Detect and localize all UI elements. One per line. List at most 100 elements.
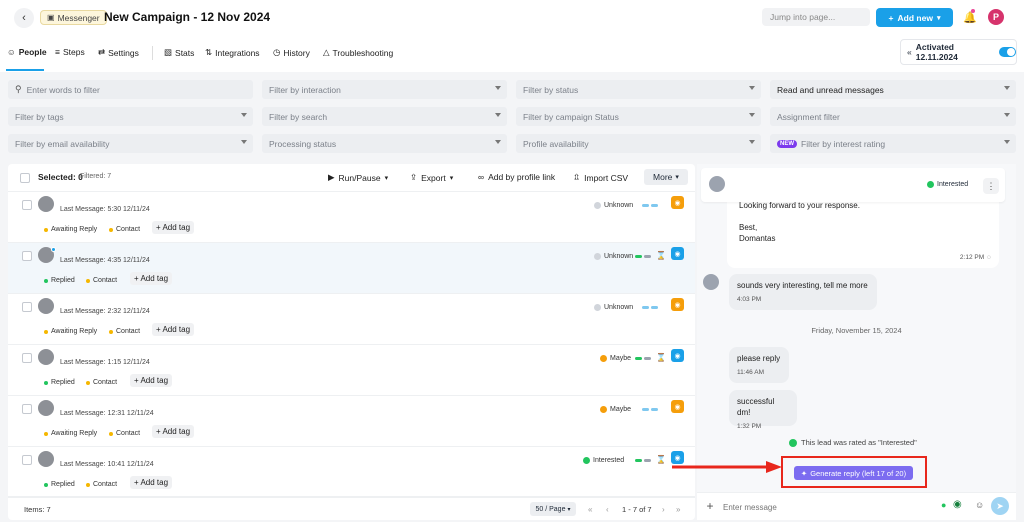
status-badge[interactable]: Interested [927, 181, 968, 188]
action-button[interactable]: ◉ [671, 400, 684, 413]
prev-page-icon[interactable]: ‹ [606, 505, 609, 514]
last-message: Last Message: 12:31 12/11/24 [60, 410, 154, 417]
first-page-icon[interactable]: « [588, 505, 592, 514]
tab-troubleshooting[interactable]: △ Troubleshooting [323, 47, 393, 58]
search-filter[interactable]: Filter by search [262, 107, 507, 126]
status-badge[interactable]: Maybe [600, 353, 631, 364]
tag-dot [44, 482, 48, 487]
profile-filter[interactable]: Profile availability [516, 134, 761, 153]
add-tag-button[interactable]: + Add tag [130, 476, 173, 489]
add-by-link-button[interactable]: ∞ Add by profile link [478, 172, 555, 182]
email-filter[interactable]: Filter by email availability [8, 134, 253, 153]
status-badge[interactable]: Unknown [594, 302, 633, 313]
profile-avatar[interactable]: P [988, 9, 1004, 25]
filters-panel: ⚲ Enter words to filter Filter by interac… [0, 72, 1024, 158]
avatar [38, 196, 54, 212]
settings-icon: ◉ [674, 403, 681, 411]
status-badge[interactable]: Maybe [600, 404, 631, 415]
status-filter[interactable]: Filter by status [516, 80, 761, 99]
select-all-checkbox[interactable] [20, 173, 30, 183]
lead-row[interactable]: Last Message: 2:32 12/11/24 Awaiting Repl… [8, 294, 695, 345]
tab-settings[interactable]: ⇄ Settings [98, 47, 139, 58]
add-tag-button[interactable]: + Add tag [152, 323, 195, 336]
online-indicator [51, 247, 56, 252]
filter-label: Filter by email availability [15, 138, 110, 149]
status-badge[interactable]: Unknown [594, 200, 633, 211]
toggle-switch[interactable] [999, 47, 1016, 57]
avatar [38, 451, 54, 467]
lead-row[interactable]: Last Message: 5:30 12/11/24 Awaiting Repl… [8, 192, 695, 243]
add-tag-button[interactable]: + Add tag [152, 221, 195, 234]
chevron-down-icon [1004, 86, 1010, 90]
row-checkbox[interactable] [22, 251, 32, 261]
tag-dot [86, 380, 90, 385]
interaction-filter[interactable]: Filter by interaction [262, 80, 507, 99]
per-page-select[interactable]: 50 / Page ▾ [530, 502, 576, 516]
tag-label: Contact [116, 226, 141, 233]
message-input[interactable] [723, 500, 933, 514]
last-message: Last Message: 10:41 12/11/24 [60, 461, 154, 468]
row-checkbox[interactable] [22, 353, 32, 363]
action-button[interactable]: ◉ [671, 196, 684, 209]
tag-label: Contact [93, 277, 118, 284]
add-tag-button[interactable]: + Add tag [152, 425, 195, 438]
tab-people[interactable]: ☺ People [7, 47, 47, 57]
action-button[interactable]: ◉ [671, 247, 684, 260]
add-tag-button[interactable]: + Add tag [130, 272, 173, 285]
interest-filter[interactable]: NEW Filter by interest rating [770, 134, 1016, 153]
read-filter[interactable]: Read and unread messages [770, 80, 1016, 99]
bell-icon[interactable]: 🔔 [963, 10, 977, 24]
tag-label: Awaiting Reply [51, 430, 98, 437]
status-label: Maybe [610, 355, 632, 362]
row-checkbox[interactable] [22, 404, 32, 414]
page-range: 1 - 7 of 7 [622, 505, 652, 514]
lead-row[interactable]: Last Message: 1:15 12/11/24 Replied Contac… [8, 345, 695, 396]
tab-steps[interactable]: ≡ Steps [55, 47, 85, 57]
tag-label: Awaiting Reply [51, 226, 98, 233]
lead-row[interactable]: Last Message: 4:35 12/11/24 Replied Contac… [8, 243, 695, 294]
tab-history[interactable]: ◷ History [273, 47, 310, 58]
processing-filter[interactable]: Processing status [262, 134, 507, 153]
status-dot [583, 457, 590, 464]
whatsapp-icon[interactable]: ◉ [953, 499, 962, 510]
status-badge[interactable]: Unknown [594, 251, 633, 262]
activation-toggle[interactable]: « Activated 12.11.2024 [900, 39, 1017, 65]
lead-row[interactable]: Last Message: 10:41 12/11/24 Replied Conta… [8, 447, 695, 498]
campaign-status-filter[interactable]: Filter by campaign Status [516, 107, 761, 126]
outgoing-message: Looking forward to your response. Best, … [727, 201, 999, 268]
word-filter-input[interactable]: ⚲ Enter words to filter [8, 80, 253, 99]
tab-integrations[interactable]: ⇅ Integrations [205, 47, 260, 58]
export-button[interactable]: ⇪ Export ▾ [410, 172, 453, 183]
tab-stats[interactable]: ▧ Stats [164, 47, 194, 58]
filter-label: Filter by campaign Status [523, 111, 619, 122]
jump-input[interactable]: Jump into page... [762, 8, 870, 26]
row-checkbox[interactable] [22, 455, 32, 465]
action-button[interactable]: ◉ [671, 298, 684, 311]
plus-icon[interactable]: + [703, 499, 717, 513]
more-options-icon[interactable]: ⋮ [983, 178, 999, 194]
action-button[interactable]: ◉ [671, 349, 684, 362]
last-page-icon[interactable]: » [676, 505, 680, 514]
emoji-icon[interactable]: ☺ [975, 500, 984, 510]
send-button[interactable]: ➤ [991, 497, 1009, 515]
more-button[interactable]: More ▾ [644, 169, 688, 185]
tags-filter[interactable]: Filter by tags [8, 107, 253, 126]
generate-reply-button[interactable]: ✦ Generate reply (left 17 of 20) [794, 466, 913, 480]
add-tag-button[interactable]: + Add tag [130, 374, 173, 387]
import-csv-button[interactable]: ⇫ Import CSV [573, 172, 628, 183]
lead-row[interactable]: Last Message: 12:31 12/11/24 Awaiting Rep… [8, 396, 695, 447]
status-badge[interactable]: Interested [583, 455, 624, 466]
tag-dot [44, 431, 48, 436]
campaign-title: New Campaign - 12 Nov 2024 [104, 10, 271, 24]
back-button[interactable]: ‹ [14, 8, 34, 28]
run-pause-button[interactable]: ▶ Run/Pause ▾ [328, 172, 388, 183]
next-page-icon[interactable]: › [662, 505, 665, 514]
tag-label: Contact [93, 379, 118, 386]
wand-icon: ✦ [800, 468, 808, 478]
assignment-filter[interactable]: Assignment filter [770, 107, 1016, 126]
add-new-button[interactable]: + Add new ▾ [876, 8, 953, 27]
row-checkbox[interactable] [22, 200, 32, 210]
row-checkbox[interactable] [22, 302, 32, 312]
location-icon[interactable]: ● [941, 500, 946, 510]
send-icon: ➤ [996, 500, 1004, 511]
